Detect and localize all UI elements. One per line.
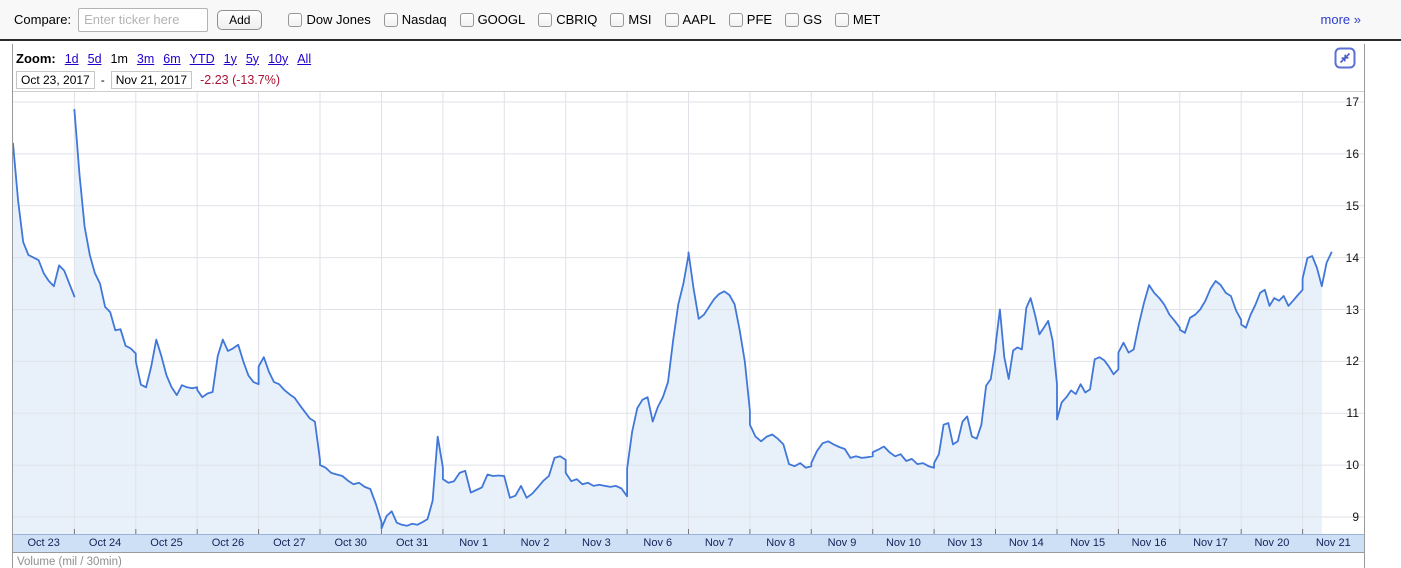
volume-row: Volume (mil / 30min) <box>13 552 1364 568</box>
checkbox-label: AAPL <box>683 12 716 27</box>
checkbox-icon[interactable] <box>384 13 398 27</box>
checkbox-label: GS <box>803 12 822 27</box>
y-axis-tick-17: 17 <box>1329 94 1359 110</box>
checkbox-icon[interactable] <box>538 13 552 27</box>
zoom-option-5y[interactable]: 5y <box>246 52 259 66</box>
zoom-option-1d[interactable]: 1d <box>65 52 79 66</box>
x-axis-label-nov-16: Nov 16 <box>1118 537 1180 549</box>
compare-checkbox-cbriq[interactable]: CBRIQ <box>538 12 597 27</box>
checkbox-icon[interactable] <box>610 13 624 27</box>
zoom-option-1m: 1m <box>111 52 128 66</box>
checkbox-label: PFE <box>747 12 772 27</box>
compare-checkbox-pfe[interactable]: PFE <box>729 12 772 27</box>
zoom-option-ytd[interactable]: YTD <box>190 52 215 66</box>
x-axis-label-oct-25: Oct 25 <box>136 537 198 549</box>
collapse-icon[interactable] <box>1334 47 1356 69</box>
x-axis-label-nov-15: Nov 15 <box>1057 537 1119 549</box>
y-axis-tick-14: 14 <box>1329 250 1359 266</box>
checkbox-icon[interactable] <box>460 13 474 27</box>
x-axis-label-oct-31: Oct 31 <box>381 537 443 549</box>
compare-checkbox-met[interactable]: MET <box>835 12 880 27</box>
x-axis-label-nov-13: Nov 13 <box>934 537 996 549</box>
price-chart-plot[interactable]: 17 16 15 14 13 12 11 10 9 <box>13 91 1364 534</box>
add-button[interactable]: Add <box>217 10 262 30</box>
compare-checkbox-nasdaq[interactable]: Nasdaq <box>384 12 447 27</box>
zoom-option-1y[interactable]: 1y <box>224 52 237 66</box>
zoom-option-5d[interactable]: 5d <box>88 52 102 66</box>
checkbox-icon[interactable] <box>785 13 799 27</box>
y-axis-tick-9: 9 <box>1329 509 1359 525</box>
zoom-option-6m[interactable]: 6m <box>163 52 180 66</box>
more-link[interactable]: more » <box>1321 12 1361 27</box>
compare-checkbox-dow-jones[interactable]: Dow Jones <box>288 12 370 27</box>
x-axis-label-nov-21: Nov 21 <box>1302 537 1364 549</box>
checkbox-label: MET <box>853 12 880 27</box>
x-axis-label-oct-26: Oct 26 <box>197 537 259 549</box>
checkbox-label: Dow Jones <box>306 12 370 27</box>
x-axis-label-nov-20: Nov 20 <box>1241 537 1303 549</box>
x-axis-label-nov-8: Nov 8 <box>750 537 812 549</box>
compare-label: Compare: <box>14 12 71 27</box>
x-axis-date-strip[interactable]: Oct 23Oct 24Oct 25Oct 26Oct 27Oct 30Oct … <box>13 534 1364 552</box>
date-from-box[interactable]: Oct 23, 2017 <box>16 71 95 89</box>
checkbox-label: Nasdaq <box>402 12 447 27</box>
x-axis-label-nov-10: Nov 10 <box>872 537 934 549</box>
x-axis-label-nov-1: Nov 1 <box>443 537 505 549</box>
volume-label: Volume (mil / 30min) <box>17 556 122 568</box>
y-axis-tick-15: 15 <box>1329 198 1359 214</box>
zoom-option-10y[interactable]: 10y <box>268 52 288 66</box>
y-axis-tick-10: 10 <box>1329 457 1359 473</box>
zoom-links: 1d 5d 1m 3m 6m YTD 1y 5y 10y All <box>65 51 320 66</box>
checkbox-label: CBRIQ <box>556 12 597 27</box>
x-axis-label-nov-17: Nov 17 <box>1180 537 1242 549</box>
price-change-text: -2.23 (-13.7%) <box>200 73 280 87</box>
date-to-box[interactable]: Nov 21, 2017 <box>111 71 192 89</box>
compare-bar: Compare: Add Dow Jones Nasdaq GOOGL CBRIQ MS… <box>0 0 1401 41</box>
x-axis-label-nov-2: Nov 2 <box>504 537 566 549</box>
zoom-controls: Zoom: 1d 5d 1m 3m 6m YTD 1y 5y 10y All <box>13 44 1364 69</box>
compare-checkbox-msi[interactable]: MSI <box>610 12 651 27</box>
x-axis-label-oct-23: Oct 23 <box>13 537 75 549</box>
x-axis-label-oct-30: Oct 30 <box>320 537 382 549</box>
checkbox-icon[interactable] <box>729 13 743 27</box>
x-axis-label-nov-14: Nov 14 <box>995 537 1057 549</box>
compare-checkbox-aapl[interactable]: AAPL <box>665 12 716 27</box>
zoom-option-all[interactable]: All <box>297 52 311 66</box>
x-axis-label-oct-27: Oct 27 <box>258 537 320 549</box>
date-separator: - <box>101 73 105 87</box>
date-range-row: Oct 23, 2017 - Nov 21, 2017 -2.23 (-13.7… <box>13 69 1364 91</box>
x-axis-label-nov-6: Nov 6 <box>627 537 689 549</box>
checkbox-label: GOOGL <box>478 12 526 27</box>
y-axis-tick-13: 13 <box>1329 302 1359 318</box>
price-chart-svg <box>13 92 1364 535</box>
compare-checkbox-googl[interactable]: GOOGL <box>460 12 526 27</box>
y-axis-tick-16: 16 <box>1329 146 1359 162</box>
zoom-label: Zoom: <box>16 51 56 66</box>
compare-checkbox-gs[interactable]: GS <box>785 12 822 27</box>
checkbox-label: MSI <box>628 12 651 27</box>
chart-widget: Zoom: 1d 5d 1m 3m 6m YTD 1y 5y 10y All Oct 23, 20… <box>12 44 1365 568</box>
zoom-option-3m[interactable]: 3m <box>137 52 154 66</box>
checkbox-icon[interactable] <box>288 13 302 27</box>
ticker-input[interactable] <box>78 8 208 32</box>
checkbox-icon[interactable] <box>665 13 679 27</box>
x-axis-label-nov-9: Nov 9 <box>811 537 873 549</box>
y-axis-tick-11: 11 <box>1329 405 1359 421</box>
checkbox-icon[interactable] <box>835 13 849 27</box>
compare-checkbox-row: Dow Jones Nasdaq GOOGL CBRIQ MSI AAPL PFE GS MET <box>288 12 893 27</box>
x-axis-label-oct-24: Oct 24 <box>74 537 136 549</box>
x-axis-label-nov-3: Nov 3 <box>565 537 627 549</box>
y-axis-tick-12: 12 <box>1329 353 1359 369</box>
x-axis-label-nov-7: Nov 7 <box>688 537 750 549</box>
